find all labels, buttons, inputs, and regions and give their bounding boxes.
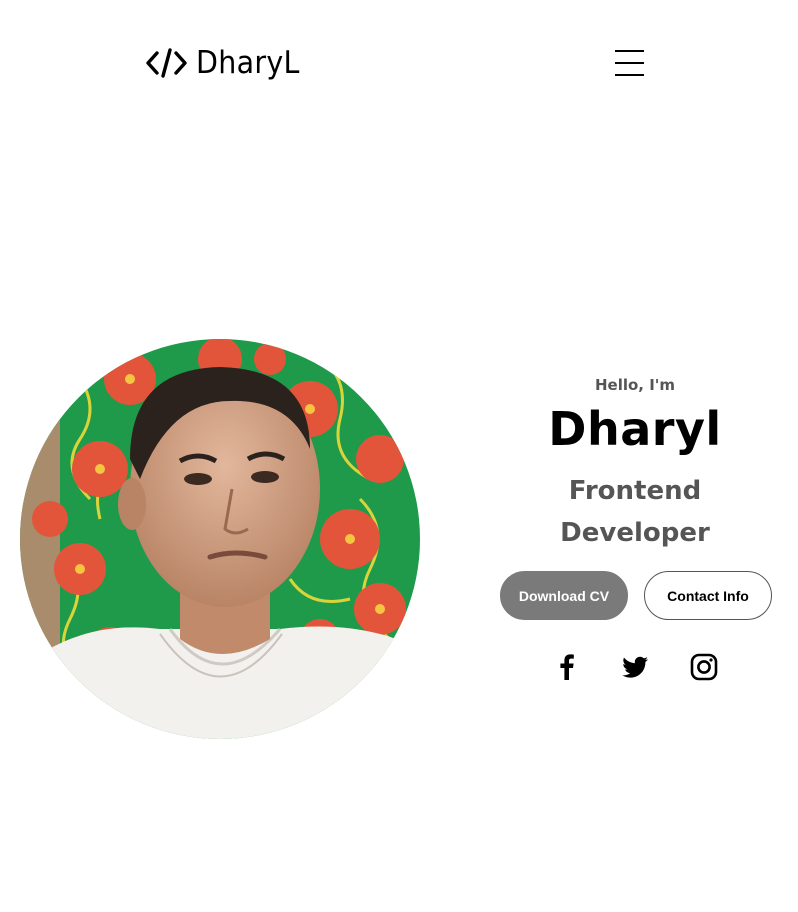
role-line: Developer [560,518,710,548]
profile-photo [20,339,420,739]
name-heading: Dharyl [548,402,722,456]
download-cv-button[interactable]: Download CV [500,571,628,620]
contact-info-button[interactable]: Contact Info [644,571,772,620]
facebook-icon[interactable] [552,652,582,682]
twitter-icon[interactable] [620,652,650,682]
role-line: Frontend [568,476,702,506]
instagram-icon[interactable] [689,652,719,682]
code-slash-icon [146,47,188,79]
page: DharyL Hello, I'm Dharyl Frontend Develo… [0,0,798,912]
hamburger-menu-icon[interactable] [615,50,645,76]
menu-bar [615,50,644,52]
menu-bar [615,62,644,64]
logo-text: DharyL [196,44,300,81]
menu-bar [615,74,644,76]
greeting-text: Hello, I'm [594,376,676,394]
logo-link[interactable]: DharyL [146,40,309,86]
role-title: Frontend Developer [480,470,790,554]
